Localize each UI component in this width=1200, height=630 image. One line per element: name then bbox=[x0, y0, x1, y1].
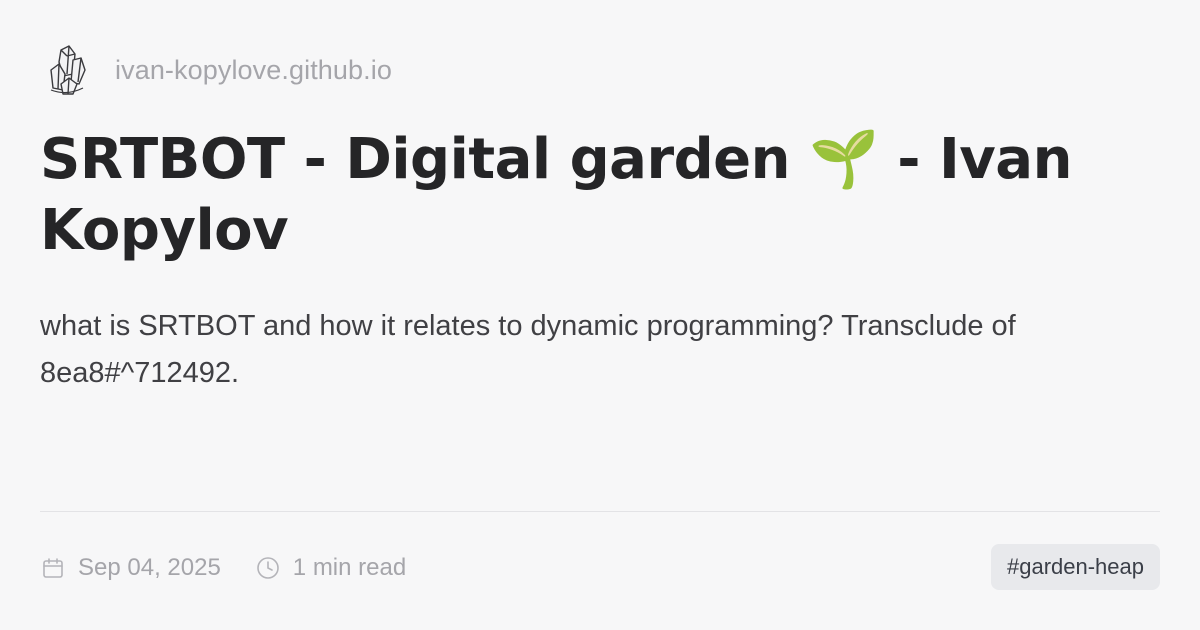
read-time-text: 1 min read bbox=[292, 554, 407, 581]
read-time: 1 min read bbox=[255, 554, 406, 582]
calendar-icon bbox=[40, 555, 66, 581]
site-name[interactable]: ivan-kopylove.github.io bbox=[115, 55, 392, 86]
tag-garden-heap[interactable]: #garden-heap bbox=[990, 544, 1160, 590]
divider bbox=[40, 511, 1160, 512]
post-date-text: Sep 04, 2025 bbox=[78, 554, 221, 581]
page-title: SRTBOT - Digital garden 🌱 - Ivan Kopylov bbox=[40, 127, 1072, 263]
site-header: ivan-kopylove.github.io bbox=[45, 42, 392, 98]
post-meta: Sep 04, 2025 1 min read bbox=[40, 546, 406, 590]
page-description: what is SRTBOT and how it relates to dyn… bbox=[40, 310, 1016, 389]
post-date: Sep 04, 2025 bbox=[40, 554, 221, 582]
clock-icon bbox=[255, 555, 281, 581]
og-card: ivan-kopylove.github.io SRTBOT - Digital… bbox=[0, 0, 1200, 630]
crystal-logo-icon bbox=[45, 42, 89, 98]
